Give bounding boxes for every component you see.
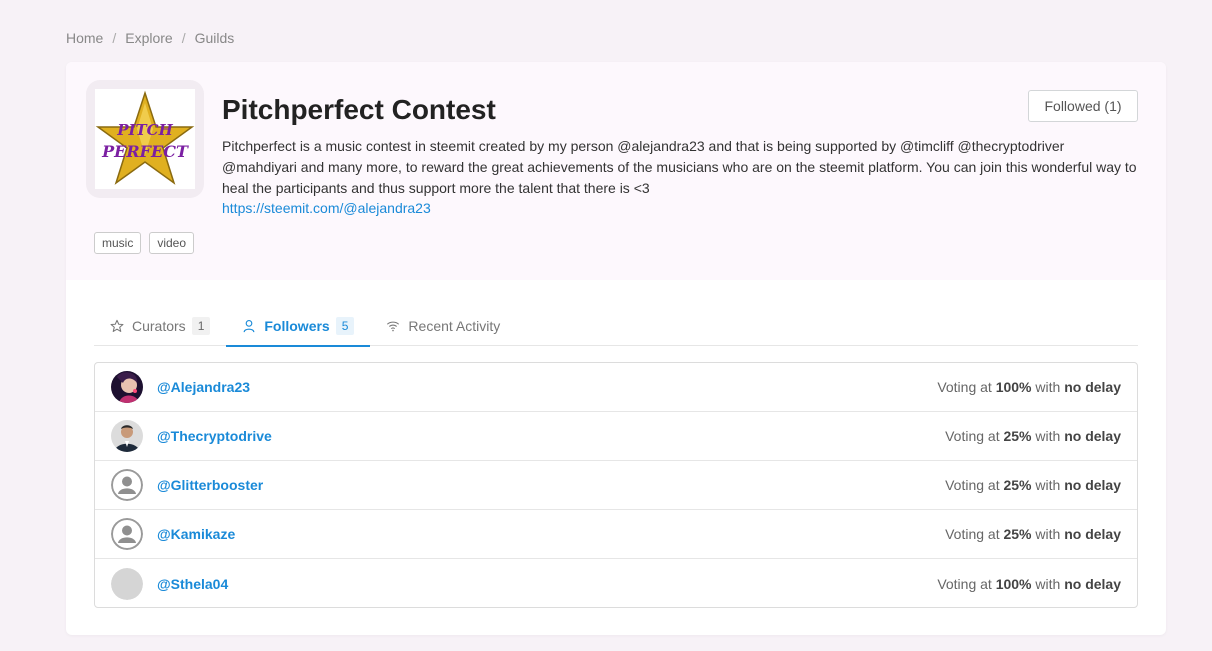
voting-status: Voting at 25% with no delay bbox=[945, 477, 1121, 493]
tag-video[interactable]: video bbox=[149, 232, 195, 254]
tab-bar: Curators 1 Followers 5 Recent Activity bbox=[94, 306, 1138, 347]
logo-text-line1: PITCH bbox=[116, 121, 173, 139]
status-with: with bbox=[1035, 379, 1061, 395]
follower-name[interactable]: @Thecryptodrive bbox=[157, 428, 272, 444]
follower-name[interactable]: @Sthela04 bbox=[157, 576, 228, 592]
status-prefix: Voting at bbox=[937, 575, 992, 592]
default-user-icon[interactable] bbox=[111, 469, 143, 501]
voting-status: Voting at 100% with no delay bbox=[937, 379, 1121, 395]
follower-name[interactable]: @Glitterbooster bbox=[157, 477, 263, 493]
vote-percent: 25% bbox=[1003, 477, 1032, 493]
list-item: @Thecryptodrive Voting at 25% with no de… bbox=[95, 412, 1137, 461]
followed-button[interactable]: Followed (1) bbox=[1028, 90, 1138, 122]
avatar[interactable] bbox=[111, 567, 143, 600]
vote-delay: no delay bbox=[1064, 526, 1121, 542]
star-icon bbox=[110, 319, 124, 332]
vote-delay: no delay bbox=[1064, 575, 1121, 592]
breadcrumb-guilds[interactable]: Guilds bbox=[195, 30, 235, 46]
followers-list: @Alejandra23 Voting at 100% with no dela… bbox=[94, 362, 1138, 608]
status-prefix: Voting at bbox=[945, 526, 1000, 542]
voting-status: Voting at 25% with no delay bbox=[945, 526, 1121, 542]
breadcrumb-separator: / bbox=[112, 30, 117, 46]
status-with: with bbox=[1035, 575, 1061, 592]
tag-music[interactable]: music bbox=[94, 232, 142, 254]
breadcrumb: Home / Explore / Guilds bbox=[66, 30, 234, 46]
breadcrumb-home[interactable]: Home bbox=[66, 30, 103, 46]
logo-text-line2: PERFECT bbox=[101, 142, 189, 161]
vote-delay: no delay bbox=[1064, 379, 1121, 395]
list-item: @Glitterbooster Voting at 25% with no de… bbox=[95, 461, 1137, 510]
avatar[interactable] bbox=[111, 371, 143, 403]
tab-label: Recent Activity bbox=[408, 318, 501, 334]
guild-link[interactable]: https://steemit.com/@alejandra23 bbox=[222, 200, 431, 216]
user-icon bbox=[243, 320, 255, 333]
guild-tags: music video bbox=[94, 232, 195, 254]
tab-count: 5 bbox=[335, 317, 355, 335]
voting-status: Voting at 25% with no delay bbox=[945, 428, 1121, 444]
tab-label: Followers bbox=[264, 318, 330, 334]
voting-status: Voting at 100% with no delay bbox=[937, 576, 1121, 592]
list-item: @Kamikaze Voting at 25% with no delay bbox=[95, 510, 1137, 559]
vote-delay: no delay bbox=[1064, 477, 1121, 493]
guild-description: Pitchperfect is a music contest in steem… bbox=[222, 138, 1137, 196]
vote-percent: 25% bbox=[1003, 526, 1032, 542]
follower-name[interactable]: @Alejandra23 bbox=[157, 379, 250, 395]
tab-label: Curators bbox=[132, 318, 186, 334]
status-prefix: Voting at bbox=[945, 428, 1000, 444]
tab-recent-activity[interactable]: Recent Activity bbox=[370, 306, 516, 346]
avatar[interactable] bbox=[111, 420, 143, 452]
guild-title: Pitchperfect Contest bbox=[222, 94, 496, 125]
wifi-icon bbox=[387, 321, 400, 332]
breadcrumb-explore[interactable]: Explore bbox=[125, 30, 172, 46]
breadcrumb-separator: / bbox=[181, 30, 186, 46]
guild-logo: PITCH PERFECT bbox=[95, 89, 195, 189]
status-prefix: Voting at bbox=[945, 477, 1000, 493]
tab-followers[interactable]: Followers 5 bbox=[226, 306, 371, 347]
list-item: @Sthela04 Voting at 100% with no delay bbox=[95, 559, 1137, 608]
guild-logo-frame: PITCH PERFECT bbox=[86, 80, 204, 198]
list-item: @Alejandra23 Voting at 100% with no dela… bbox=[95, 363, 1137, 412]
status-with: with bbox=[1035, 428, 1061, 444]
default-user-icon[interactable] bbox=[111, 518, 143, 550]
vote-percent: 25% bbox=[1003, 428, 1032, 444]
vote-percent: 100% bbox=[995, 379, 1032, 395]
vote-delay: no delay bbox=[1064, 428, 1121, 444]
tab-curators[interactable]: Curators 1 bbox=[94, 306, 226, 346]
status-with: with bbox=[1035, 477, 1061, 493]
tab-count: 1 bbox=[191, 317, 211, 335]
vote-percent: 100% bbox=[995, 575, 1032, 592]
status-prefix: Voting at bbox=[937, 379, 992, 395]
guild-card: PITCH PERFECT Pitchperfect Contest Pitch… bbox=[66, 62, 1166, 635]
status-with: with bbox=[1035, 526, 1061, 542]
follower-name[interactable]: @Kamikaze bbox=[157, 526, 235, 542]
